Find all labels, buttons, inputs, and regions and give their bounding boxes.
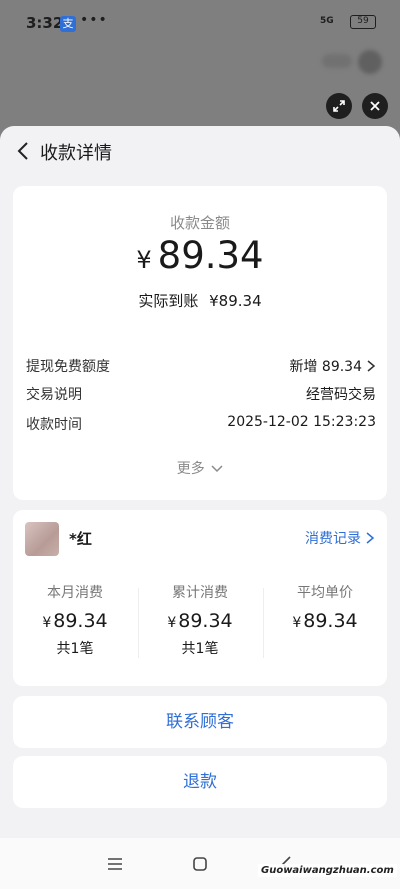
detail-key: 交易说明 xyxy=(26,387,82,403)
page-title: 收款详情 xyxy=(40,143,112,164)
stat-count: 共1笔 xyxy=(56,641,94,657)
chevron-right-icon xyxy=(366,532,375,544)
home-icon xyxy=(193,857,207,871)
more-label: 更多 xyxy=(176,461,205,477)
stat-value: ¥89.34 xyxy=(292,610,358,632)
customer-name: *红 xyxy=(69,530,92,548)
more-notifications-icon: ••• xyxy=(80,12,108,28)
watermark: Guowaiwangzhuan.com xyxy=(258,864,397,877)
more-button[interactable]: 更多 xyxy=(13,458,387,478)
detail-row-description: 交易说明 经营码交易 xyxy=(26,384,376,406)
received-amount: 实际到账 ¥89.34 xyxy=(13,290,387,311)
avatar xyxy=(25,522,59,556)
expand-button[interactable] xyxy=(326,93,352,119)
payment-summary-card: 收款金额 ¥89.34 实际到账 ¥89.34 提现免费额度 新增 89.34 … xyxy=(13,186,387,500)
chevron-left-icon xyxy=(17,142,28,160)
close-button[interactable] xyxy=(362,93,388,119)
blurred-element xyxy=(322,54,352,68)
expand-icon xyxy=(333,100,345,112)
customer-card: *红 消费记录 本月消费 ¥89.34 共1笔 累计消费 ¥89.34 共1笔 … xyxy=(13,510,387,686)
blurred-avatar xyxy=(358,50,382,74)
payment-amount: ¥89.34 xyxy=(13,234,387,277)
detail-row-time: 收款时间 2025-12-02 15:23:23 xyxy=(26,414,376,436)
detail-key: 提现免费额度 xyxy=(26,359,110,375)
stat-value: ¥89.34 xyxy=(167,610,233,632)
currency-symbol: ¥ xyxy=(136,246,152,274)
back-button[interactable] xyxy=(12,139,34,163)
chevron-down-icon xyxy=(211,465,223,473)
received-label: 实际到账 xyxy=(138,292,199,310)
stat-label: 累计消费 xyxy=(172,585,228,601)
stat-label: 平均单价 xyxy=(297,585,353,601)
alipay-icon: 支 xyxy=(60,16,76,32)
received-value: ¥89.34 xyxy=(209,292,262,310)
detail-value: 2025-12-02 15:23:23 xyxy=(227,414,376,430)
detail-value: 经营码交易 xyxy=(306,387,376,403)
stat-label: 本月消费 xyxy=(47,585,103,601)
detail-row-free-quota[interactable]: 提现免费额度 新增 89.34 xyxy=(26,356,376,378)
stat-month-spending: 本月消费 ¥89.34 共1笔 xyxy=(13,582,137,658)
amount-label: 收款金额 xyxy=(169,214,230,232)
chevron-right-icon xyxy=(367,360,376,372)
stat-count: 共1笔 xyxy=(181,641,219,657)
stat-total-spending: 累计消费 ¥89.34 共1笔 xyxy=(138,582,262,658)
menu-icon xyxy=(108,858,122,870)
status-bar: 3:32 支 ••• 5G 59 xyxy=(0,0,400,46)
home-button[interactable] xyxy=(188,852,212,876)
contact-customer-button[interactable]: 联系顾客 xyxy=(13,696,387,748)
consumption-records-link[interactable]: 消费记录 xyxy=(305,528,375,548)
recent-apps-button[interactable] xyxy=(103,852,127,876)
refund-button[interactable]: 退款 xyxy=(13,756,387,808)
close-icon xyxy=(370,101,380,111)
detail-value: 新增 89.34 xyxy=(289,359,362,375)
stat-value: ¥89.34 xyxy=(42,610,108,632)
records-label: 消费记录 xyxy=(305,531,361,547)
detail-key: 收款时间 xyxy=(26,417,82,433)
payment-detail-sheet: 收款详情 收款金额 ¥89.34 实际到账 ¥89.34 提现免费额度 新增 8… xyxy=(0,126,400,889)
stat-average-price: 平均单价 ¥89.34 xyxy=(263,582,387,632)
amount-value: 89.34 xyxy=(157,234,264,277)
battery-icon: 59 xyxy=(350,15,376,29)
header: 收款详情 xyxy=(0,126,400,176)
signal-icon: 5G xyxy=(320,16,334,26)
status-time: 3:32 xyxy=(26,14,64,32)
